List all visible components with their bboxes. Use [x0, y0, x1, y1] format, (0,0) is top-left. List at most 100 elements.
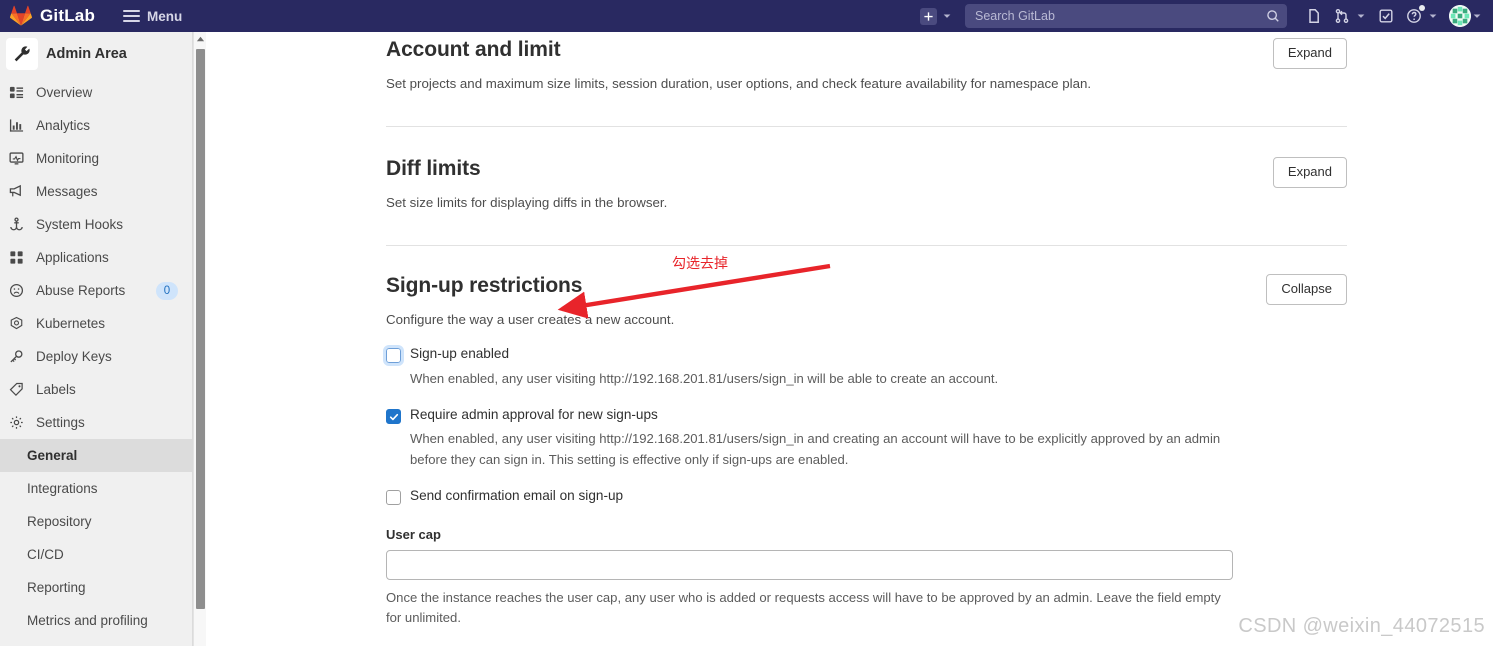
- sidebar-subitem-label: General: [27, 448, 78, 463]
- label-icon: [8, 382, 24, 398]
- sidebar-item-reporting[interactable]: Reporting: [0, 571, 192, 604]
- send-confirmation-email-checkbox[interactable]: [386, 489, 401, 505]
- sidebar-item-kubernetes[interactable]: Kubernetes: [0, 307, 192, 340]
- search-input[interactable]: [965, 4, 1287, 28]
- sidebar-item-abuse-reports[interactable]: Abuse Reports 0: [0, 274, 192, 307]
- section-diff-limits: Diff limits Expand Set size limits for d…: [386, 127, 1493, 210]
- sidebar-item-settings[interactable]: Settings: [0, 406, 192, 439]
- sidebar-scrollbar[interactable]: [193, 32, 206, 646]
- sidebar-subitem-label: Repository: [27, 514, 92, 529]
- top-navbar: GitLab Menu: [0, 0, 1493, 32]
- settings-main-content: Account and limit Expand Set projects an…: [207, 32, 1493, 646]
- sidebar-item-label: System Hooks: [36, 217, 124, 232]
- sidebar-item-metrics-and-profiling[interactable]: Metrics and profiling: [0, 604, 192, 637]
- sidebar-item-label: Overview: [36, 85, 93, 100]
- issues-icon[interactable]: [1301, 3, 1327, 29]
- sidebar-subitem-label: Metrics and profiling: [27, 613, 148, 628]
- gear-icon: [8, 415, 24, 431]
- key-icon: [8, 349, 24, 365]
- merge-requests-icon[interactable]: [1329, 3, 1355, 29]
- scroll-up-arrow-icon[interactable]: [196, 35, 205, 44]
- brand-link[interactable]: GitLab: [0, 5, 95, 27]
- sidebar-item-label: Labels: [36, 382, 76, 397]
- hook-icon: [8, 217, 24, 233]
- section-title: Sign-up restrictions: [386, 274, 583, 297]
- sidebar-item-labels[interactable]: Labels: [0, 373, 192, 406]
- sidebar-item-deploy-keys[interactable]: Deploy Keys: [0, 340, 192, 373]
- sidebar-context-header[interactable]: Admin Area: [0, 32, 192, 76]
- chevron-down-icon[interactable]: [941, 10, 953, 22]
- sidebar-item-label: Analytics: [36, 118, 91, 133]
- kubernetes-icon: [8, 316, 24, 332]
- section-title: Account and limit: [386, 38, 561, 61]
- applications-icon: [8, 250, 24, 266]
- overview-icon: [8, 85, 24, 101]
- section-title: Diff limits: [386, 157, 481, 180]
- gitlab-tanuki-icon: [10, 5, 32, 27]
- require-admin-approval-checkbox[interactable]: [386, 409, 401, 425]
- checkbox-row-signup-enabled[interactable]: Sign-up enabled: [383, 345, 1493, 366]
- sidebar-item-label: Abuse Reports: [36, 283, 126, 298]
- brand-name: GitLab: [40, 6, 96, 25]
- checkbox-help-text: When enabled, any user visiting http://1…: [410, 431, 1221, 467]
- scrollbar-thumb[interactable]: [196, 49, 205, 609]
- monitor-icon: [8, 151, 24, 167]
- expand-button-diff-limits[interactable]: Expand: [1272, 157, 1347, 188]
- chart-icon: [8, 118, 24, 134]
- checkbox-label: Send confirmation email on sign-up: [410, 487, 624, 503]
- sidebar-item-label: Applications: [36, 250, 109, 265]
- checkbox-label: Require admin approval for new sign-ups: [410, 407, 658, 423]
- section-description: Configure the way a user creates a new a…: [386, 312, 675, 327]
- collapse-button-signup-restrictions[interactable]: Collapse: [1266, 274, 1347, 305]
- sidebar-item-repository[interactable]: Repository: [0, 505, 192, 538]
- search-box[interactable]: [965, 4, 1287, 28]
- sidebar-item-label: Messages: [36, 184, 98, 199]
- section-description: Set projects and maximum size limits, se…: [386, 76, 1092, 91]
- checkbox-row-require-admin-approval[interactable]: Require admin approval for new sign-ups: [386, 407, 1493, 425]
- sidebar-item-label: Kubernetes: [36, 316, 106, 331]
- expand-button-account-and-limit[interactable]: Expand: [1272, 38, 1347, 69]
- section-account-and-limit: Account and limit Expand Set projects an…: [386, 32, 1493, 91]
- sidebar-item-general[interactable]: General: [0, 439, 192, 472]
- sidebar-item-label: Settings: [36, 415, 85, 430]
- sidebar-item-applications[interactable]: Applications: [0, 241, 192, 274]
- checkbox-row-send-confirmation-email[interactable]: Send confirmation email on sign-up: [386, 488, 1493, 505]
- chevron-down-icon[interactable]: [1471, 10, 1483, 22]
- gitlab-admin-settings-page: GitLab Menu Search GitLab Admin Area Ove…: [0, 0, 1493, 646]
- search-icon: [1266, 9, 1280, 28]
- section-description: Set size limits for displaying diffs in …: [386, 195, 668, 210]
- chevron-down-icon[interactable]: [1427, 10, 1439, 22]
- sidebar-item-integrations[interactable]: Integrations: [0, 472, 192, 505]
- user-cap-help-text: Once the instance reaches the user cap, …: [386, 589, 1221, 626]
- sidebar-item-monitoring[interactable]: Monitoring: [0, 142, 192, 175]
- main-menu-button[interactable]: Menu: [117, 5, 188, 28]
- help-icon[interactable]: [1401, 3, 1427, 29]
- menu-label: Menu: [147, 8, 183, 24]
- sidebar-subitem-label: CI/CD: [27, 547, 64, 562]
- plus-icon: [919, 7, 937, 25]
- create-new-button[interactable]: [915, 3, 941, 29]
- sidebar-item-overview[interactable]: Overview: [0, 76, 192, 109]
- signup-enabled-checkbox[interactable]: [383, 345, 404, 366]
- avatar[interactable]: [1449, 5, 1471, 27]
- sidebar-subitem-label: Integrations: [27, 481, 98, 496]
- notification-dot: [1419, 5, 1425, 11]
- sidebar-subitem-label: Reporting: [27, 580, 86, 595]
- section-signup-restrictions: Sign-up restrictions Collapse Configure …: [383, 246, 1493, 646]
- user-cap-input[interactable]: [386, 549, 1233, 580]
- sidebar-item-label: Deploy Keys: [36, 349, 112, 364]
- megaphone-icon: [8, 184, 24, 200]
- hamburger-icon: [123, 10, 141, 22]
- checkbox-label: Sign-up enabled: [410, 346, 510, 361]
- navbar-actions: [915, 0, 1493, 32]
- sidebar-item-cicd[interactable]: CI/CD: [0, 538, 192, 571]
- sidebar-item-system-hooks[interactable]: System Hooks: [0, 208, 192, 241]
- todos-icon[interactable]: [1373, 3, 1399, 29]
- checkbox-help-text: When enabled, any user visiting http://1…: [410, 371, 999, 386]
- user-cap-label: User cap: [386, 526, 441, 542]
- sidebar-item-label: Monitoring: [36, 151, 100, 166]
- chevron-down-icon[interactable]: [1355, 10, 1367, 22]
- wrench-icon: [6, 38, 38, 70]
- sidebar-item-analytics[interactable]: Analytics: [0, 109, 192, 142]
- sidebar-item-messages[interactable]: Messages: [0, 175, 192, 208]
